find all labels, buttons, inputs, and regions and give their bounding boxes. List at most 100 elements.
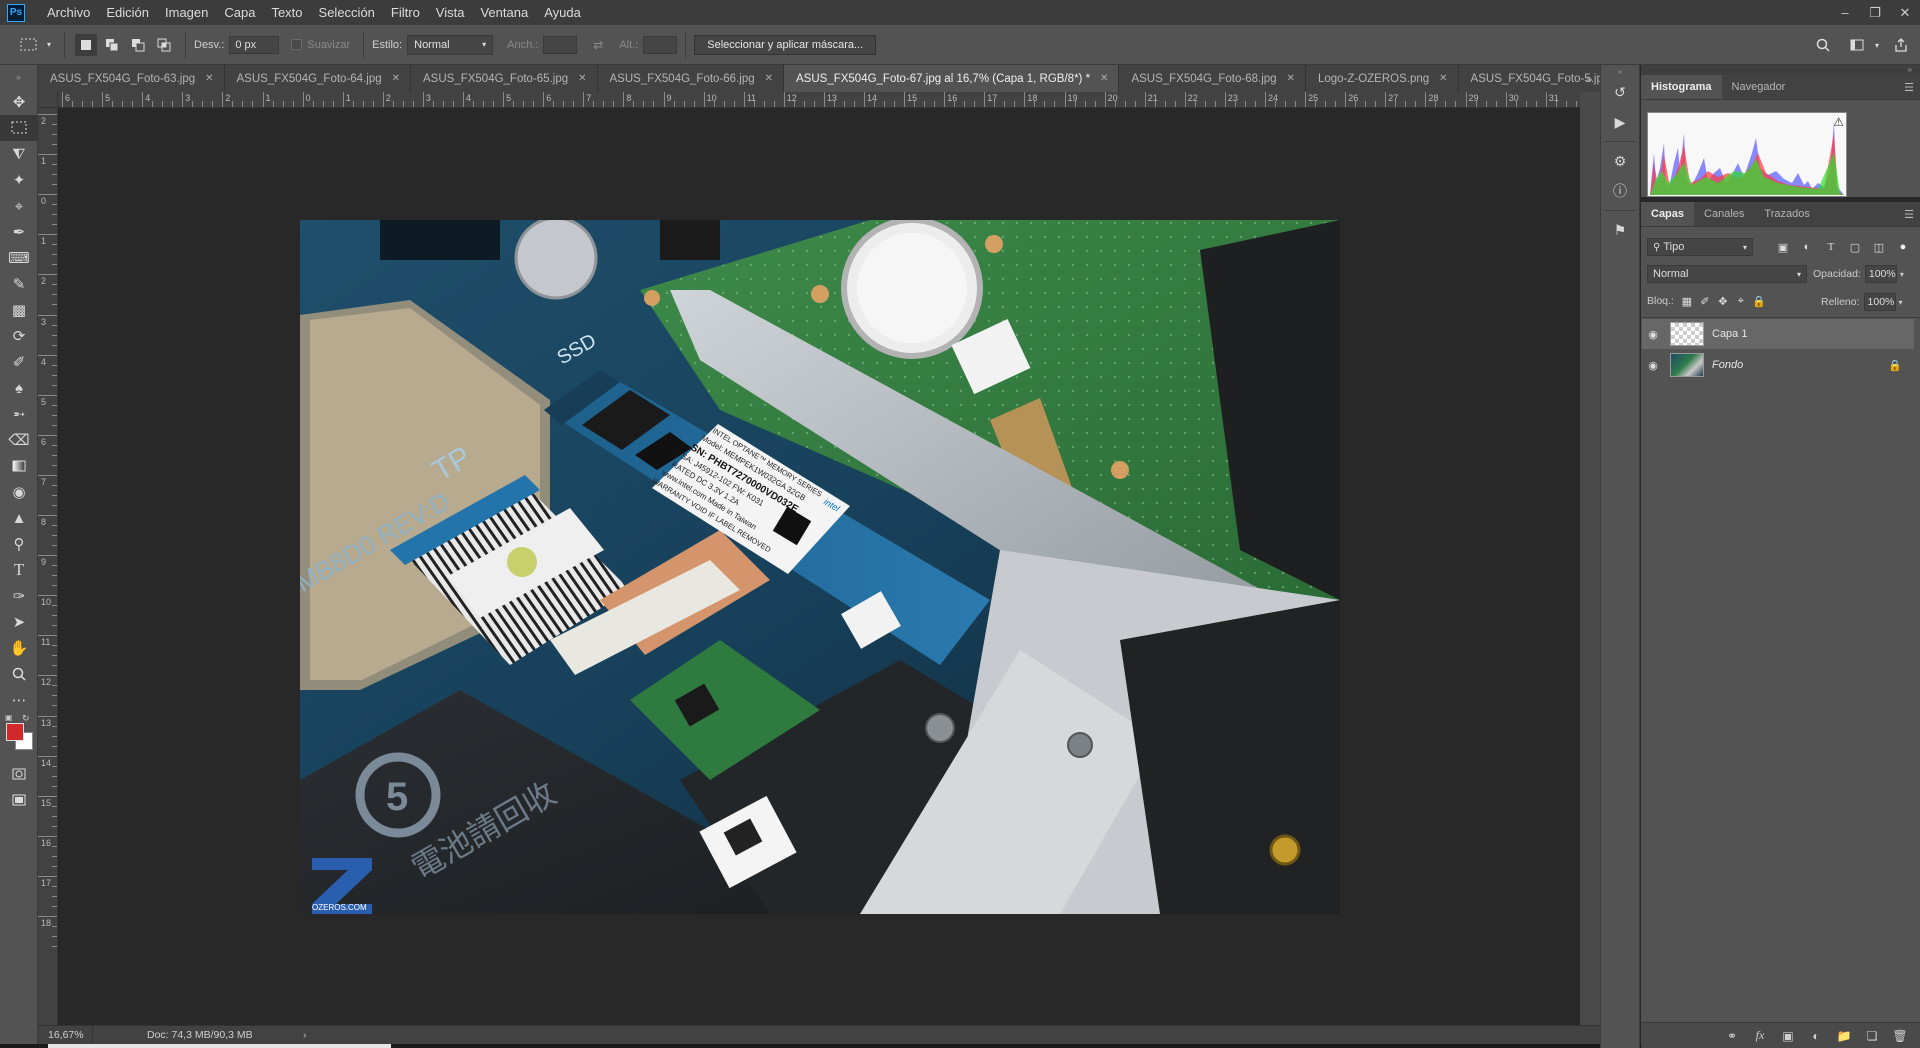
menu-capa[interactable]: Capa [216, 0, 263, 25]
new-group-icon[interactable]: 📁 [1830, 1025, 1858, 1047]
menu-vista[interactable]: Vista [428, 0, 473, 25]
close-icon[interactable]: ✕ [1890, 0, 1920, 25]
menu-imagen[interactable]: Imagen [157, 0, 216, 25]
chevron-down-icon[interactable]: ▾ [1872, 34, 1882, 56]
tab-canales[interactable]: Canales [1694, 202, 1754, 226]
subtract-selection-icon[interactable] [127, 34, 149, 56]
swap-dimensions-icon[interactable]: ⇄ [587, 34, 609, 56]
menu-filtro[interactable]: Filtro [383, 0, 428, 25]
visibility-eye-icon[interactable]: ◉ [1642, 328, 1664, 341]
lock-position-icon[interactable]: ✥ [1714, 293, 1732, 309]
warning-icon[interactable]: ⚠ [1833, 115, 1844, 129]
new-selection-icon[interactable] [75, 33, 97, 56]
quick-mask-icon[interactable] [0, 761, 38, 787]
art-history-icon[interactable]: ➵ [0, 401, 38, 427]
more-tools-icon[interactable]: ⋯ [0, 687, 38, 713]
visibility-eye-icon[interactable]: ◉ [1642, 359, 1664, 372]
zoom-level[interactable]: 16,67% [38, 1025, 93, 1045]
eyedropper-icon[interactable]: ✒ [0, 219, 38, 245]
tab-foto-66[interactable]: ASUS_FX504G_Foto-66.jpg ✕ [598, 65, 784, 92]
intersect-selection-icon[interactable] [153, 34, 175, 56]
lasso-tool-icon[interactable]: ⧨ [0, 141, 38, 167]
panel-menu-icon[interactable]: ☰ [1904, 81, 1914, 94]
default-colors-icon[interactable]: ▣ [5, 713, 13, 722]
chevron-down-icon[interactable]: ▾ [1899, 298, 1903, 307]
opacity-input[interactable]: 100% [1864, 265, 1897, 283]
height-input[interactable] [643, 35, 678, 54]
tab-foto-68[interactable]: ASUS_FX504G_Foto-68.jpg ✕ [1119, 65, 1306, 92]
zoom-tool-icon[interactable] [0, 661, 38, 687]
hand-tool-icon[interactable]: ✋ [0, 635, 38, 661]
width-input[interactable] [543, 35, 578, 54]
close-icon[interactable]: ✕ [765, 73, 773, 84]
tab-histograma[interactable]: Histograma [1641, 75, 1722, 99]
character-icon[interactable]: ⚑ [1601, 215, 1639, 245]
tab-foto-65[interactable]: ASUS_FX504G_Foto-65.jpg ✕ [411, 65, 598, 92]
stamp-tool-icon[interactable]: ▩ [0, 297, 38, 323]
filter-smart-object-icon[interactable]: ◫ [1867, 238, 1891, 256]
lock-transparency-icon[interactable]: ▦ [1678, 293, 1696, 309]
tab-foto-67[interactable]: ASUS_FX504G_Foto-67.jpg al 16,7% (Capa 1… [784, 65, 1120, 92]
lock-artboard-icon[interactable]: ⌖ [1732, 293, 1750, 309]
close-icon[interactable]: ✕ [392, 73, 400, 84]
sharpen-icon[interactable]: ▲ [0, 505, 38, 531]
vertical-scrollbar[interactable] [1580, 92, 1600, 1025]
filter-adjustment-icon[interactable]: ◐ [1795, 238, 1819, 256]
history-icon[interactable]: ↺ [1601, 77, 1639, 107]
search-icon[interactable] [1812, 34, 1834, 56]
add-selection-icon[interactable] [101, 34, 123, 56]
antialias-checkbox[interactable] [291, 39, 303, 50]
menu-archivo[interactable]: Archivo [39, 0, 98, 25]
delete-layer-icon[interactable]: 🗑 [1886, 1025, 1914, 1047]
minimize-icon[interactable]: – [1830, 0, 1860, 25]
close-icon[interactable]: ✕ [1439, 73, 1447, 84]
foreground-color[interactable] [6, 723, 24, 741]
healing-brush-icon[interactable]: ⌨ [0, 245, 38, 271]
menu-ayuda[interactable]: Ayuda [536, 0, 589, 25]
rectangular-marquee-icon[interactable] [0, 115, 38, 141]
info-icon[interactable]: ⓘ [1601, 176, 1639, 206]
layer-filter-select[interactable]: ⚲ Tipo ▾ [1647, 238, 1753, 256]
add-mask-icon[interactable]: ▣ [1774, 1025, 1802, 1047]
gradient-icon[interactable] [0, 453, 38, 479]
filter-pixel-icon[interactable]: ▣ [1771, 238, 1795, 256]
ruler-vertical[interactable]: 2 1 0 1 2 3 4 5 6 7 8 9 10 11 12 13 14 15 16 17 18 [38, 108, 58, 1025]
properties-icon[interactable]: ⚙ [1601, 146, 1639, 176]
lock-pixels-icon[interactable]: ✐ [1696, 293, 1714, 309]
panel-menu-icon[interactable]: ☰ [1904, 208, 1914, 221]
menu-edicion[interactable]: Edición [98, 0, 157, 25]
new-layer-icon[interactable]: ❏ [1858, 1025, 1886, 1047]
select-and-mask-button[interactable]: Seleccionar y aplicar máscara... [694, 34, 877, 55]
adjustment-layer-icon[interactable]: ◐ [1802, 1025, 1830, 1047]
close-icon[interactable]: ✕ [205, 73, 213, 84]
history-brush-icon[interactable]: ⟳ [0, 323, 38, 349]
clone-stamp-icon[interactable]: ♠ [0, 375, 38, 401]
play-action-icon[interactable]: ▶ [1601, 107, 1639, 137]
workspace-icon[interactable] [1846, 34, 1868, 56]
brush-icon[interactable]: ✐ [0, 349, 38, 375]
fx-icon[interactable]: fx [1746, 1025, 1774, 1047]
close-icon[interactable]: ✕ [1287, 73, 1295, 84]
menu-texto[interactable]: Texto [263, 0, 310, 25]
menu-ventana[interactable]: Ventana [472, 0, 536, 25]
tab-capas[interactable]: Capas [1641, 202, 1695, 226]
filter-shape-icon[interactable]: ▢ [1843, 238, 1867, 256]
ruler-corner[interactable] [38, 92, 58, 108]
feather-input[interactable]: 0 px [229, 35, 280, 54]
layer-row-capa-1[interactable]: ◉ Capa 1 [1642, 319, 1914, 349]
status-menu-icon[interactable]: › [303, 1029, 307, 1041]
close-icon[interactable]: ✕ [1100, 73, 1108, 84]
crop-tool-icon[interactable]: ⌖ [0, 193, 38, 219]
move-tool-icon[interactable]: ✥ [0, 89, 38, 115]
tab-foto-63[interactable]: ASUS_FX504G_Foto-63.jpg ✕ [38, 65, 225, 92]
chevron-down-icon[interactable]: ▾ [1900, 270, 1904, 279]
brush-tool-icon[interactable]: ✎ [0, 271, 38, 297]
dodge-icon[interactable]: ⚲ [0, 531, 38, 557]
eraser-icon[interactable]: ⌫ [0, 427, 38, 453]
canvas-area[interactable]: 5 電池請回收 SSD TP 5MB8D0 REV:D INTEL OPTANE… [58, 108, 1580, 1025]
path-selection-icon[interactable]: ➤ [0, 609, 38, 635]
filter-toggle-icon[interactable]: ● [1891, 238, 1915, 256]
collapse-icon[interactable]: » [0, 65, 37, 89]
type-tool-icon[interactable]: T [0, 557, 38, 583]
share-icon[interactable] [1890, 34, 1912, 56]
